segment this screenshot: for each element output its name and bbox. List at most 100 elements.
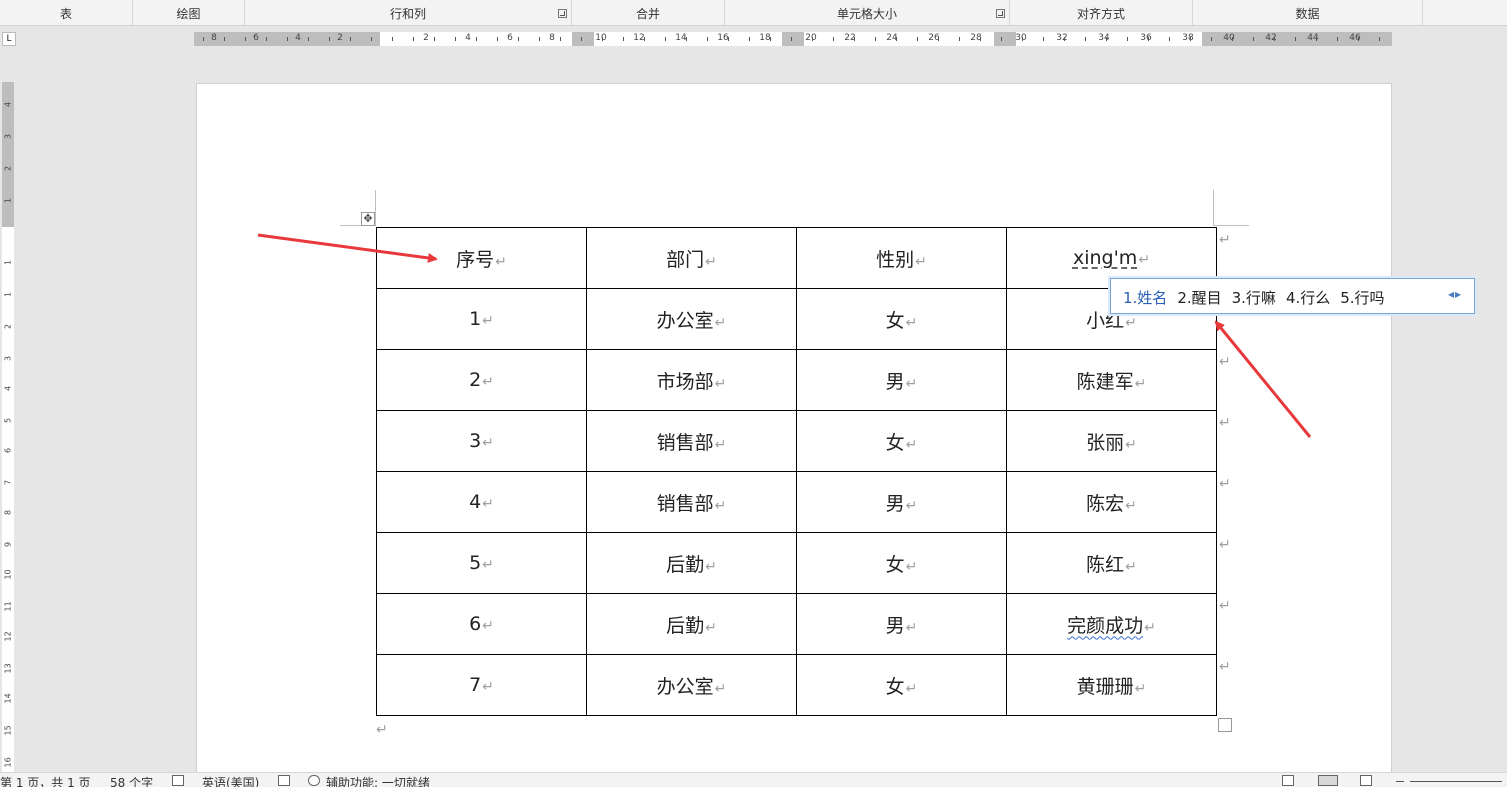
paragraph-mark-icon: ↵ <box>714 680 727 697</box>
table-cell[interactable]: 男↵ <box>796 593 1007 655</box>
ruler-tick <box>1106 37 1107 41</box>
ribbon-group-label: 行和列 <box>389 7 426 21</box>
paragraph-mark-icon: ↵ <box>705 253 717 270</box>
table-cell[interactable]: 7↵ <box>376 654 587 716</box>
ime-candidate-list: 1.姓名 2.醒目 3.行嘛 4.行么 5.行吗 <box>1123 287 1395 308</box>
ruler-column-marker[interactable] <box>782 32 804 46</box>
table-cell[interactable]: 黄珊珊↵ <box>1006 654 1217 716</box>
table-cell[interactable]: 陈宏↵ <box>1006 471 1217 533</box>
ime-candidate[interactable]: 2.醒目 <box>1177 289 1221 307</box>
table-cell[interactable]: 办公室↵ <box>586 654 797 716</box>
table-cell[interactable]: 后勤↵ <box>586 532 797 594</box>
table-cell[interactable]: 2↵ <box>376 349 587 411</box>
ribbon-group-cell-size[interactable]: 单元格大小 <box>725 0 1010 26</box>
ruler-tick <box>413 37 414 41</box>
ruler-number: 15 <box>3 725 13 736</box>
table-cell[interactable]: 完颜成功↵ <box>1006 593 1217 655</box>
table-cell[interactable]: 女↵ <box>796 532 1007 594</box>
status-language[interactable]: 英语(美国) <box>202 774 259 787</box>
ruler-tick <box>1337 37 1338 41</box>
horizontal-ruler[interactable]: 8 6 4 2 2 4 6 8 10 12 14 16 18 20 22 24 26 28 30 32 34 36 38 40… <box>194 32 1392 46</box>
table-cell[interactable]: 男↵ <box>796 471 1007 533</box>
paragraph-mark-icon: ↵ <box>482 618 494 634</box>
status-accessibility[interactable]: 辅助功能: 一切就绪 <box>326 774 430 787</box>
vertical-ruler[interactable]: 4 3 2 1 1 1 2 3 4 5 6 7 8 9 10 11 12 13 14 15 16 <box>2 82 14 787</box>
ruler-tick <box>1148 37 1149 41</box>
ime-page-arrows-icon[interactable]: ◂▸ <box>1448 287 1462 301</box>
status-page-count[interactable]: 第 1 页，共 1 页 <box>0 774 91 787</box>
ime-candidate-window[interactable]: 1.姓名 2.醒目 3.行嘛 4.行么 5.行吗 ◂▸ <box>1110 278 1475 314</box>
ime-candidate[interactable]: 1.姓名 <box>1123 289 1167 307</box>
ribbon-group-table[interactable]: 表 <box>0 0 133 26</box>
table-header-cell[interactable]: 序号↵ <box>376 227 587 289</box>
table-cell[interactable]: 陈红↵ <box>1006 532 1217 594</box>
ruler-tick <box>434 37 435 41</box>
table-cell[interactable]: 男↵ <box>796 349 1007 411</box>
table-cell[interactable]: 5↵ <box>376 532 587 594</box>
table-cell[interactable]: 女↵ <box>796 654 1007 716</box>
web-layout-icon[interactable] <box>1360 775 1372 786</box>
zoom-slider[interactable] <box>1410 781 1502 782</box>
status-word-count[interactable]: 58 个字 <box>110 774 153 787</box>
ribbon-group-alignment[interactable]: 对齐方式 <box>1010 0 1193 26</box>
table-row: 4↵ 销售部↵ 男↵ 陈宏↵ <box>376 471 1217 533</box>
paragraph-mark-icon: ↵ <box>1138 252 1151 268</box>
proofing-icon[interactable] <box>172 775 184 786</box>
ruler-number: 14 <box>3 693 13 704</box>
accessibility-icon[interactable] <box>308 775 320 786</box>
cell-text: 陈红 <box>1086 553 1125 576</box>
cell-text: 销售部 <box>656 492 714 515</box>
table-move-handle-icon[interactable]: ✥ <box>361 212 375 226</box>
ribbon-group-label: 合并 <box>635 7 660 21</box>
tab-selector-button[interactable]: L <box>2 32 16 46</box>
ribbon-group-draw[interactable]: 绘图 <box>133 0 245 26</box>
cell-text: 女 <box>885 553 905 576</box>
dialog-launcher-icon[interactable] <box>558 9 567 18</box>
table-cell[interactable]: 张丽↵ <box>1006 410 1217 472</box>
ruler-tick <box>686 37 687 41</box>
table-header-cell[interactable]: 部门↵ <box>586 227 797 289</box>
table-resize-handle[interactable] <box>1218 718 1232 732</box>
table-cell[interactable]: 陈建军↵ <box>1006 349 1217 411</box>
ruler-number: 10 <box>3 569 13 580</box>
ime-candidate[interactable]: 5.行吗 <box>1340 289 1384 307</box>
ime-candidate[interactable]: 4.行么 <box>1286 289 1330 307</box>
ruler-number: 12 <box>3 631 13 642</box>
zoom-out-icon[interactable] <box>1396 781 1404 782</box>
dialog-launcher-icon[interactable] <box>996 9 1005 18</box>
print-layout-icon[interactable] <box>1318 775 1338 786</box>
table-cell[interactable]: 销售部↵ <box>586 471 797 533</box>
table-header-cell[interactable]: 性别↵ <box>796 227 1007 289</box>
ruler-number: 6 <box>507 33 513 43</box>
table-cell[interactable]: 后勤↵ <box>586 593 797 655</box>
ruler-tick <box>539 37 540 41</box>
ruler-tick <box>875 37 876 41</box>
table-cell[interactable]: 办公室↵ <box>586 288 797 350</box>
table-cell[interactable]: 3↵ <box>376 410 587 472</box>
paragraph-mark-icon: ↵ <box>905 558 918 575</box>
table-cell[interactable]: 市场部↵ <box>586 349 797 411</box>
ime-candidate[interactable]: 3.行嘛 <box>1232 289 1276 307</box>
read-mode-icon[interactable] <box>1282 775 1294 786</box>
paragraph-mark-icon: ↵ <box>482 557 494 573</box>
table-cell[interactable]: 女↵ <box>796 288 1007 350</box>
crop-mark <box>375 190 376 226</box>
paragraph-mark-icon: ↵ <box>905 314 918 331</box>
ruler-number: 20 <box>805 33 817 43</box>
data-table[interactable]: 序号↵ 部门↵ 性别↵ xing'm↵ 1↵ 办公室↵ 女↵ 小红↵ 2↵ 市场部↵ 男↵ 陈… <box>376 227 1217 716</box>
ribbon-group-data[interactable]: 数据 <box>1193 0 1423 26</box>
ruler-tick <box>1274 37 1275 41</box>
table-cell[interactable]: 4↵ <box>376 471 587 533</box>
macro-icon[interactable] <box>278 775 290 786</box>
ribbon-group-rows-columns[interactable]: 行和列 <box>245 0 572 26</box>
table-cell[interactable]: 6↵ <box>376 593 587 655</box>
cell-text: 男 <box>885 370 905 393</box>
ruler-column-marker[interactable] <box>572 32 594 46</box>
ruler-number: 2 <box>337 33 343 43</box>
ribbon-group-merge[interactable]: 合并 <box>572 0 725 26</box>
cell-text: 陈宏 <box>1086 492 1125 515</box>
row-end-mark-icon: ↵ <box>1219 354 1231 370</box>
table-cell[interactable]: 女↵ <box>796 410 1007 472</box>
table-cell[interactable]: 销售部↵ <box>586 410 797 472</box>
table-cell[interactable]: 1↵ <box>376 288 587 350</box>
